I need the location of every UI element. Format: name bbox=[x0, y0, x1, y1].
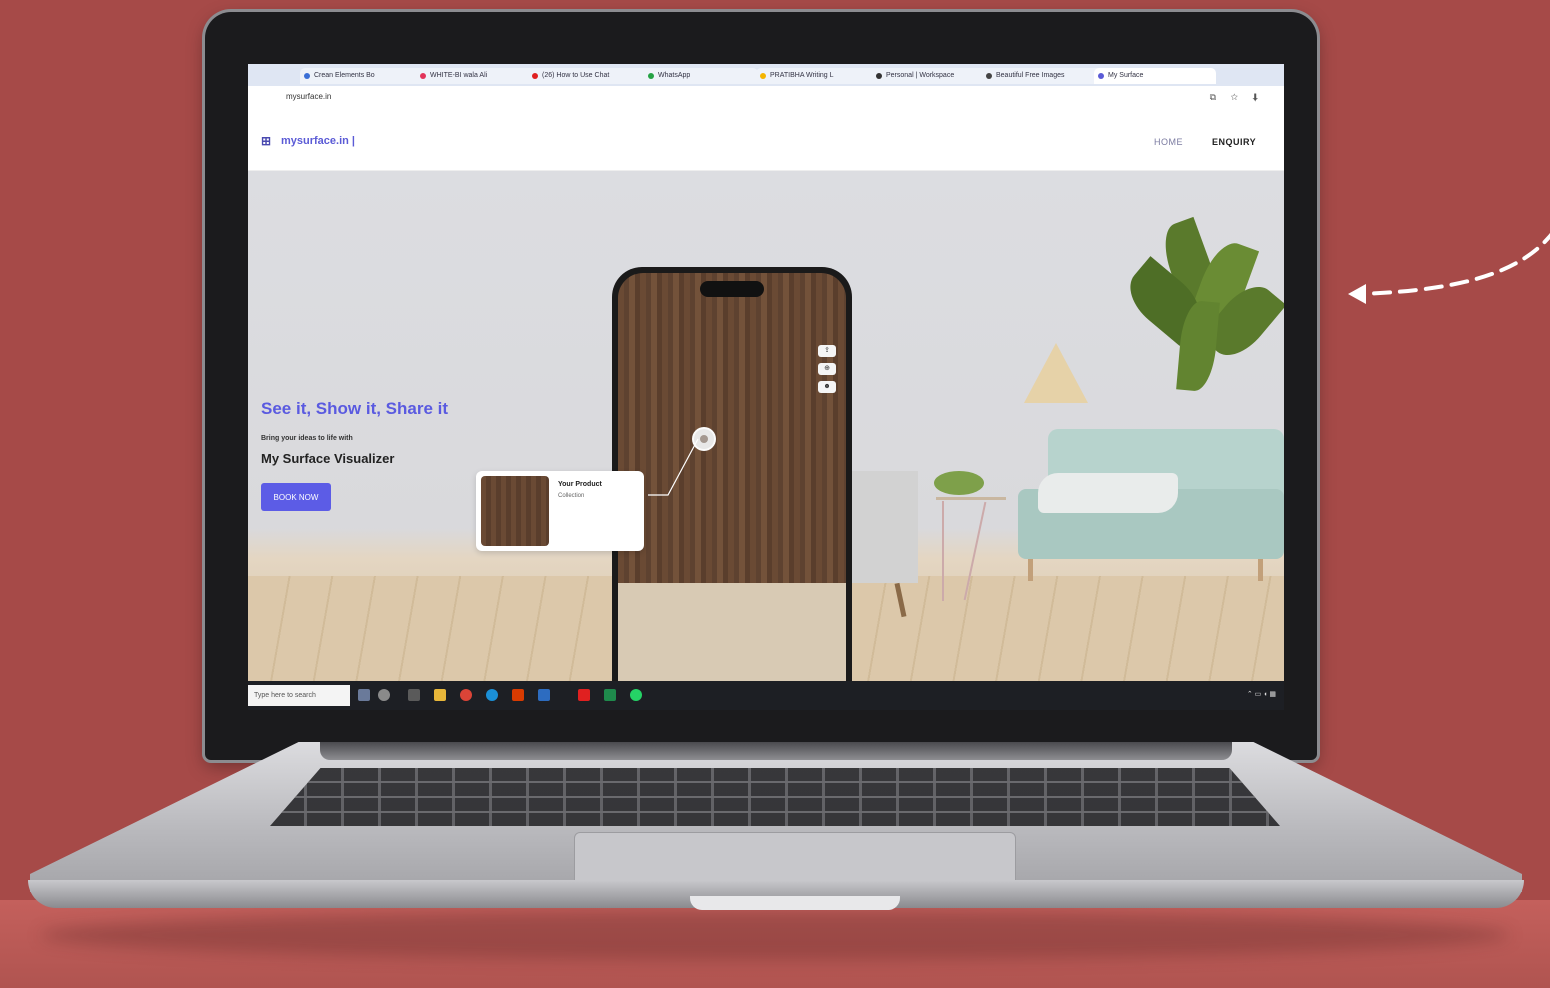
browser-actions-icon[interactable]: ⧉ ☆ ⬇ bbox=[1210, 92, 1264, 103]
browser-tab[interactable]: Personal | Workspace bbox=[872, 68, 990, 84]
tab-label: PRATIBHA Writing L bbox=[770, 72, 834, 79]
app-icon-red[interactable] bbox=[578, 689, 590, 701]
tab-favicon-icon bbox=[760, 73, 766, 79]
laptop-trackpad bbox=[574, 832, 1016, 886]
side-table-image bbox=[934, 471, 1012, 601]
tab-favicon-icon bbox=[648, 73, 654, 79]
sofa-image bbox=[1008, 429, 1284, 601]
office-icon[interactable] bbox=[512, 689, 524, 701]
browser-tab[interactable]: Crean Elements Bo bbox=[300, 68, 424, 84]
tab-favicon-icon bbox=[304, 73, 310, 79]
browser-tab[interactable]: WhatsApp bbox=[644, 68, 758, 84]
edge-icon[interactable] bbox=[486, 689, 498, 701]
site-header: ⊞ mysurface.in | HOME ENQUIRY bbox=[248, 108, 1284, 171]
tab-favicon-icon bbox=[1098, 73, 1104, 79]
tab-favicon-icon bbox=[420, 73, 426, 79]
tab-favicon-icon bbox=[532, 73, 538, 79]
logo-text: mysurface.in | bbox=[281, 134, 355, 147]
product-card-title: Your Product bbox=[558, 481, 602, 488]
hero-subline: Bring your ideas to life with bbox=[261, 435, 353, 442]
url-text[interactable]: mysurface.in bbox=[286, 92, 331, 101]
tab-label: Beautiful Free Images bbox=[996, 72, 1065, 79]
excel-icon[interactable] bbox=[604, 689, 616, 701]
browser-tab-bar: Crean Elements Bo WHITE-BI wala Ali (26)… bbox=[248, 64, 1284, 86]
tab-label: Personal | Workspace bbox=[886, 72, 955, 79]
tab-label: WhatsApp bbox=[658, 72, 691, 79]
chrome-icon[interactable] bbox=[460, 689, 472, 701]
product-card-subtitle: Collection bbox=[558, 493, 585, 499]
nav-enquiry-link[interactable]: ENQUIRY bbox=[1212, 137, 1256, 147]
share-icon[interactable]: ⇪ bbox=[818, 345, 836, 357]
system-tray-icon[interactable]: ⌃ ▭ ◖ ▦ bbox=[1247, 690, 1276, 698]
browser-tab-active[interactable]: My Surface bbox=[1094, 68, 1216, 84]
store-icon[interactable] bbox=[538, 689, 550, 701]
site-logo[interactable]: ⊞ mysurface.in | bbox=[261, 134, 355, 148]
nav-home-link[interactable]: HOME bbox=[1154, 137, 1183, 147]
laptop-hinge bbox=[320, 742, 1232, 760]
zoom-icon[interactable]: ⊕ bbox=[818, 363, 836, 375]
whatsapp-icon[interactable] bbox=[630, 689, 642, 701]
windows-taskbar: Type here to search ⌃ ▭ ◖ ▦ bbox=[248, 681, 1284, 710]
hotspot-connector-line bbox=[648, 438, 699, 496]
laptop-shadow bbox=[40, 910, 1510, 960]
book-now-button[interactable]: BOOK NOW bbox=[261, 483, 331, 511]
tab-label: (26) How to Use Chat bbox=[542, 72, 610, 79]
tab-label: My Surface bbox=[1108, 72, 1144, 79]
keyboard-rows bbox=[270, 768, 1280, 826]
product-card[interactable]: Your Product Collection bbox=[476, 471, 644, 551]
file-explorer-icon[interactable] bbox=[434, 689, 446, 701]
browser-tab[interactable]: PRATIBHA Writing L bbox=[756, 68, 880, 84]
phone-notch bbox=[700, 281, 764, 297]
user-icon[interactable]: ☻ bbox=[818, 381, 836, 393]
product-thumbnail bbox=[481, 476, 549, 546]
plant-image bbox=[1110, 211, 1284, 411]
logo-mark-icon: ⊞ bbox=[261, 134, 272, 148]
lamp-image bbox=[1024, 343, 1088, 403]
dashed-arrow-icon bbox=[1348, 232, 1550, 304]
phone-screen-floor bbox=[618, 583, 846, 687]
browser-tab[interactable]: Beautiful Free Images bbox=[982, 68, 1102, 84]
taskbar-search[interactable]: Type here to search bbox=[248, 685, 350, 706]
task-view-icon[interactable] bbox=[408, 689, 420, 701]
headset-icon[interactable] bbox=[378, 689, 390, 701]
tab-label: WHITE-BI wala Ali bbox=[430, 72, 488, 79]
address-bar[interactable]: mysurface.in ⧉ ☆ ⬇ bbox=[248, 86, 1284, 109]
laptop-lid-notch bbox=[690, 896, 900, 910]
tab-favicon-icon bbox=[986, 73, 992, 79]
browser-tab[interactable]: (26) How to Use Chat bbox=[528, 68, 652, 84]
tab-label: Crean Elements Bo bbox=[314, 72, 375, 79]
tab-favicon-icon bbox=[876, 73, 882, 79]
assistant-icon[interactable] bbox=[358, 689, 370, 701]
hero-product-name: My Surface Visualizer bbox=[261, 451, 395, 466]
hero-section: See it, Show it, Share it Bring your ide… bbox=[248, 171, 1284, 687]
browser-tab[interactable]: WHITE-BI wala Ali bbox=[416, 68, 536, 84]
hero-headline: See it, Show it, Share it bbox=[261, 399, 449, 418]
laptop-screen: Crean Elements Bo WHITE-BI wala Ali (26)… bbox=[248, 64, 1284, 710]
